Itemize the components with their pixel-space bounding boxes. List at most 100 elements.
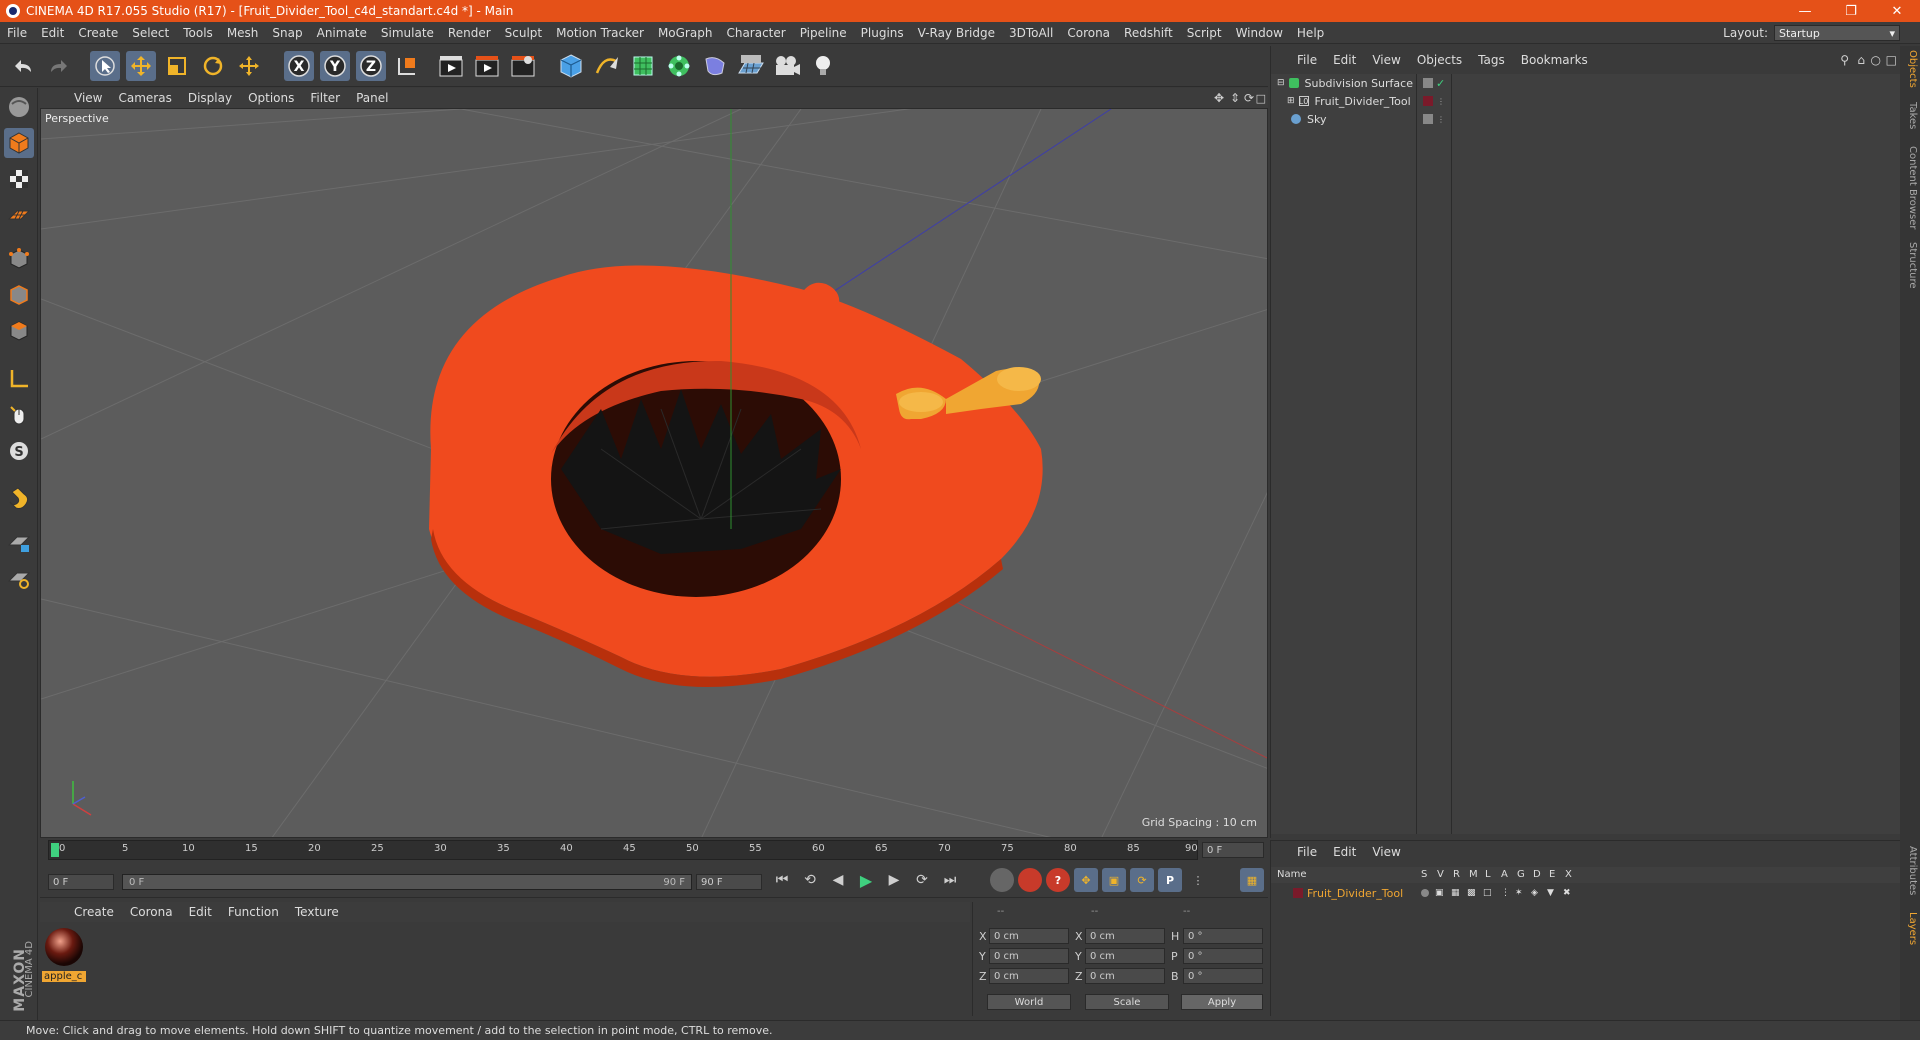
restore-icon[interactable]: ❐ <box>1828 0 1874 22</box>
layer-color-icon[interactable] <box>1293 888 1303 898</box>
render-settings-icon[interactable] <box>508 51 538 81</box>
menu-simulate[interactable]: Simulate <box>374 26 441 40</box>
position-y-field[interactable]: 0 cm <box>989 948 1069 964</box>
viewport-camera-label[interactable]: Perspective <box>45 112 109 125</box>
new-view-icon[interactable]: □ <box>1886 53 1897 67</box>
size-mode-select[interactable]: Scale <box>1085 994 1169 1010</box>
object-menu-objects[interactable]: Objects <box>1409 53 1470 67</box>
object-name[interactable]: Fruit_Divider_Tool <box>1315 95 1411 108</box>
menu-character[interactable]: Character <box>719 26 792 40</box>
menu-file[interactable]: File <box>0 26 34 40</box>
material-menu-edit[interactable]: Edit <box>181 905 220 919</box>
edges-mode-icon[interactable] <box>4 280 34 310</box>
start-frame-field[interactable]: 0 F <box>48 874 114 890</box>
menu-snap[interactable]: Snap <box>265 26 309 40</box>
cloner-icon[interactable] <box>664 51 694 81</box>
rotate-tool-icon[interactable] <box>198 51 228 81</box>
menu-mesh[interactable]: Mesh <box>220 26 266 40</box>
record-active-icon[interactable] <box>1018 868 1042 892</box>
play-icon[interactable]: ▶ <box>854 868 878 892</box>
object-row[interactable]: ⊟ Subdivision Surface ✓ <box>1271 74 1901 92</box>
rotation-b-field[interactable]: 0 ° <box>1183 968 1263 984</box>
redo-icon[interactable] <box>44 51 74 81</box>
object-menu-view[interactable]: View <box>1364 53 1408 67</box>
layer-row[interactable]: Fruit_Divider_Tool ▣ ▦ ▩ □ ⋮ ✶ ◈ ▼ ✖ <box>1271 885 1901 901</box>
menu-vray-bridge[interactable]: V-Ray Bridge <box>911 26 1002 40</box>
expressions-toggle-icon[interactable]: ▼ <box>1547 888 1554 898</box>
floor-environment-icon[interactable] <box>736 51 766 81</box>
visibility-dots-icon[interactable]: ⋮ <box>1437 97 1445 106</box>
enabled-check-icon[interactable]: ✓ <box>1436 77 1445 90</box>
menu-render[interactable]: Render <box>441 26 498 40</box>
layout-select[interactable]: Startup ▾ <box>1774 25 1900 41</box>
spline-pen-icon[interactable] <box>592 51 622 81</box>
x-axis-lock-icon[interactable]: X <box>284 51 314 81</box>
collapse-icon[interactable]: ⊟ <box>1277 78 1285 88</box>
visibility-dots-icon[interactable]: ⋮ <box>1437 115 1445 124</box>
step-back-icon[interactable]: ◀ <box>826 868 850 892</box>
material-menu-create[interactable]: Create <box>66 905 122 919</box>
material-menu-texture[interactable]: Texture <box>287 905 347 919</box>
side-tab-objects[interactable]: Objects <box>1902 50 1918 88</box>
visibility-toggle-icon[interactable] <box>1423 114 1433 124</box>
render-view-icon[interactable] <box>436 51 466 81</box>
side-tab-layers[interactable]: Layers <box>1902 912 1918 945</box>
viewport-menu-cameras[interactable]: Cameras <box>110 91 179 105</box>
material-menu-function[interactable]: Function <box>220 905 287 919</box>
subdivision-surface-icon[interactable] <box>628 51 658 81</box>
model-mode-icon[interactable] <box>4 128 34 158</box>
make-editable-icon[interactable] <box>4 92 34 122</box>
key-parameter-icon[interactable]: P <box>1158 868 1182 892</box>
menu-mograph[interactable]: MoGraph <box>651 26 720 40</box>
home-icon[interactable]: ⌂ <box>1857 53 1865 67</box>
xref-toggle-icon[interactable]: ✖ <box>1563 888 1571 898</box>
workplane-mode-icon[interactable] <box>4 200 34 230</box>
menu-animate[interactable]: Animate <box>310 26 374 40</box>
menu-redshift[interactable]: Redshift <box>1117 26 1180 40</box>
magnet-icon[interactable] <box>4 484 34 514</box>
timeline-ruler[interactable]: 0 5 10 15 20 25 30 35 40 45 50 55 60 65 … <box>48 840 1198 860</box>
object-menu-bookmarks[interactable]: Bookmarks <box>1513 53 1596 67</box>
move-tool-icon[interactable] <box>126 51 156 81</box>
viewport-menu-options[interactable]: Options <box>240 91 302 105</box>
solo-toggle-icon[interactable] <box>1421 889 1429 897</box>
position-z-field[interactable]: 0 cm <box>989 968 1069 984</box>
points-mode-icon[interactable] <box>4 244 34 274</box>
menu-pipeline[interactable]: Pipeline <box>793 26 854 40</box>
menu-3dtoall[interactable]: 3DToAll <box>1002 26 1060 40</box>
layer-menu-edit[interactable]: Edit <box>1325 845 1364 859</box>
key-point-level-icon[interactable]: ⋮ <box>1186 868 1210 892</box>
minimize-icon[interactable]: — <box>1782 0 1828 22</box>
side-tab-structure[interactable]: Structure <box>1902 242 1918 289</box>
rotation-p-field[interactable]: 0 ° <box>1183 948 1263 964</box>
object-name[interactable]: Sky <box>1307 113 1326 126</box>
perspective-viewport[interactable]: Perspective Grid Spacing : 10 cm <box>40 108 1268 838</box>
object-menu-tags[interactable]: Tags <box>1470 53 1513 67</box>
fruit-divider-model[interactable] <box>429 265 1043 687</box>
size-y-field[interactable]: 0 cm <box>1085 948 1165 964</box>
layer-menu-file[interactable]: File <box>1289 845 1325 859</box>
snap-toggle-icon[interactable]: S <box>4 436 34 466</box>
menu-select[interactable]: Select <box>125 26 176 40</box>
size-x-field[interactable]: 0 cm <box>1085 928 1165 944</box>
view-toggle-icon[interactable]: ▣ <box>1435 888 1444 898</box>
texture-mode-icon[interactable] <box>4 164 34 194</box>
playhead[interactable] <box>51 843 59 857</box>
manager-toggle-icon[interactable]: ▩ <box>1467 888 1476 898</box>
generators-toggle-icon[interactable]: ✶ <box>1515 888 1523 898</box>
planar-workplane-icon[interactable] <box>4 564 34 594</box>
object-menu-edit[interactable]: Edit <box>1325 53 1364 67</box>
z-axis-lock-icon[interactable]: Z <box>356 51 386 81</box>
y-axis-lock-icon[interactable]: Y <box>320 51 350 81</box>
size-z-field[interactable]: 0 cm <box>1085 968 1165 984</box>
menu-plugins[interactable]: Plugins <box>854 26 911 40</box>
current-frame-field[interactable]: 0 F <box>1202 842 1264 858</box>
camera-icon[interactable] <box>772 51 802 81</box>
apply-button[interactable]: Apply <box>1181 994 1263 1010</box>
maximize-view-icon[interactable]: □ <box>1256 92 1266 105</box>
viewport-menu-view[interactable]: View <box>66 91 110 105</box>
layer-name[interactable]: Fruit_Divider_Tool <box>1307 887 1403 900</box>
object-row[interactable]: ⊞ L0 Fruit_Divider_Tool ⋮ <box>1271 92 1901 110</box>
animation-toggle-icon[interactable]: ⋮ <box>1501 888 1510 898</box>
live-selection-icon[interactable] <box>90 51 120 81</box>
